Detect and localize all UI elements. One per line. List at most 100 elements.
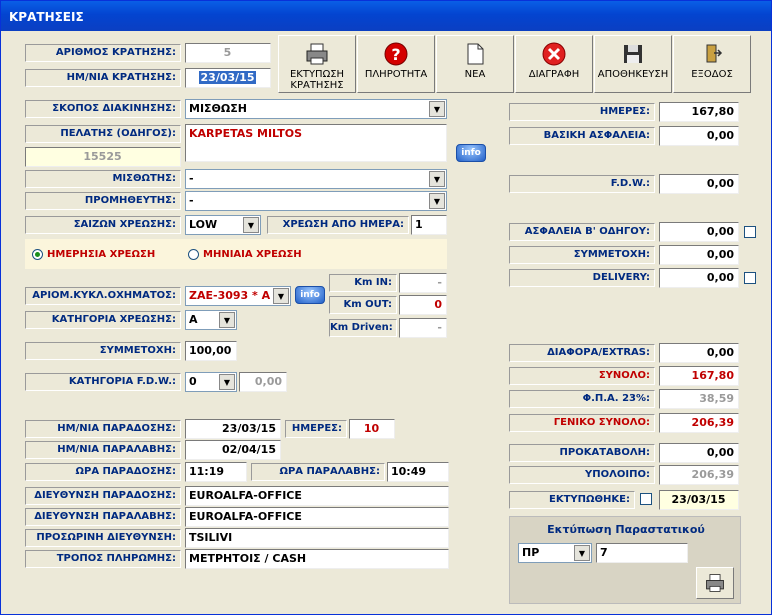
grand-total-field[interactable]: 206,39 <box>659 413 739 433</box>
category-value: A <box>189 313 198 326</box>
delete-icon <box>542 42 566 66</box>
supplier-value: - <box>189 194 194 207</box>
totals-excess-field[interactable]: 0,00 <box>659 245 739 265</box>
completeness-button[interactable]: ? ΠΛΗΡΟΤΗΤΑ <box>357 35 435 93</box>
season-select[interactable]: LOW ▼ <box>185 215 261 235</box>
save-button[interactable]: ΑΠΟΘΗΚΕΥΣΗ <box>594 35 672 93</box>
km-driven-field[interactable]: - <box>399 318 447 338</box>
window-title: ΚΡΑΤΗΣΕΙΣ <box>1 1 771 31</box>
extras-field[interactable]: 0,00 <box>659 343 739 363</box>
plate-select[interactable]: ZAE-3093 * A ▼ <box>185 286 291 306</box>
new-button[interactable]: ΝΕΑ <box>436 35 514 93</box>
deposit-label: ΠΡΟΚΑΤΑΒΟΛΗ: <box>509 444 655 462</box>
purpose-select[interactable]: ΜΙΣΘΩΣΗ ▼ <box>185 99 447 119</box>
sum-field[interactable]: 167,80 <box>659 366 739 386</box>
completeness-label: ΠΛΗΡΟΤΗΤΑ <box>364 69 428 80</box>
document-type-select[interactable]: ΠΡ ▼ <box>518 543 592 563</box>
printed-checkbox[interactable] <box>640 493 652 505</box>
svg-text:?: ? <box>391 45 400 64</box>
save-label: ΑΠΟΘΗΚΕΥΣΗ <box>597 69 669 80</box>
daily-charge-radio[interactable] <box>32 249 43 260</box>
return-address-label: ΔΙΕΥΘΥΝΣΗ ΠΑΡΑΛΑΒΗΣ: <box>25 508 181 526</box>
fdw-field[interactable]: 0,00 <box>659 174 739 194</box>
temp-address-field[interactable]: TSILIVI <box>185 528 449 548</box>
customer-field[interactable]: KARPETAS MILTOS <box>185 124 447 162</box>
print-booking-button[interactable]: ΕΚΤΥΠΩΣΗ ΚΡΑΤΗΣΗΣ <box>278 35 356 93</box>
lessor-select[interactable]: - ▼ <box>185 169 447 189</box>
deposit-field[interactable]: 0,00 <box>659 443 739 463</box>
chevron-down-icon[interactable]: ▼ <box>219 312 235 328</box>
fdw-category-value-field[interactable]: 0,00 <box>239 372 287 392</box>
fdw-category-select[interactable]: 0 ▼ <box>185 372 237 392</box>
charge-mode-group: ΗΜΕΡΗΣΙΑ ΧΡΕΩΣΗ ΜΗΝΙΑΙΑ ΧΡΕΩΣΗ <box>25 239 447 269</box>
km-in-label: Km IN: <box>329 274 397 292</box>
return-date-field[interactable]: 02/04/15 <box>185 440 281 460</box>
delivery-address-field[interactable]: EUROALFA-OFFICE <box>185 486 449 506</box>
chevron-down-icon[interactable]: ▼ <box>219 374 235 390</box>
delivery-time-label: ΩΡΑ ΠΑΡΑΔΟΣΗΣ: <box>25 463 181 481</box>
booking-date-field[interactable]: 23/03/15 <box>185 68 271 88</box>
vehicle-info-button[interactable]: info <box>295 286 325 304</box>
printed-label: ΕΚΤΥΠΩΘΗΚΕ: <box>509 491 635 509</box>
printer-icon <box>306 43 328 65</box>
customer-info-button[interactable]: info <box>456 144 486 162</box>
fdw-label: F.D.W.: <box>509 175 655 193</box>
lessor-label: ΜΙΣΘΩΤΗΣ: <box>25 170 181 188</box>
basic-insurance-field[interactable]: 0,00 <box>659 126 739 146</box>
chevron-down-icon[interactable]: ▼ <box>429 101 445 117</box>
printed-date-field[interactable]: 23/03/15 <box>659 490 739 510</box>
booking-number-field[interactable]: 5 <box>185 43 271 63</box>
delete-label: ΔΙΑΓΡΑΦΗ <box>528 69 580 80</box>
payment-method-label: ΤΡΟΠΟΣ ΠΛΗΡΩΜΗΣ: <box>25 550 181 568</box>
second-driver-checkbox[interactable] <box>744 226 756 238</box>
charge-from-label: ΧΡΕΩΣΗ ΑΠΟ ΗΜΕΡΑ: <box>267 216 409 234</box>
balance-field[interactable]: 206,39 <box>659 465 739 485</box>
new-label: ΝΕΑ <box>464 69 486 80</box>
rental-days-field[interactable]: 10 <box>349 419 395 439</box>
booking-date-value: 23/03/15 <box>198 71 257 84</box>
bookings-window: ΚΡΑΤΗΣΕΙΣ ΑΡΙΘΜΟΣ ΚΡΑΤΗΣΗΣ: 5 ΗΜ/ΝΙΑ ΚΡΑ… <box>0 0 772 615</box>
chevron-down-icon[interactable]: ▼ <box>429 171 445 187</box>
return-time-field[interactable]: 10:49 <box>387 462 449 482</box>
booking-number-label: ΑΡΙΘΜΟΣ ΚΡΑΤΗΣΗΣ: <box>25 44 181 62</box>
payment-method-field[interactable]: ΜΕΤΡΗΤΟΙΣ / CASH <box>185 549 449 569</box>
second-driver-insurance-field[interactable]: 0,00 <box>659 222 739 242</box>
vat-label: Φ.Π.Α. 23%: <box>509 390 655 408</box>
new-document-icon <box>467 43 484 65</box>
delivery-time-field[interactable]: 11:19 <box>185 462 247 482</box>
customer-label: ΠΕΛΑΤΗΣ (ΟΔΗΓΟΣ): <box>25 125 181 143</box>
category-select[interactable]: A ▼ <box>185 310 237 330</box>
fdw-category-label: ΚΑΤΗΓΟΡΙΑ F.D.W.: <box>25 373 181 391</box>
chevron-down-icon[interactable]: ▼ <box>273 288 289 304</box>
balance-label: ΥΠΟΛΟΙΠΟ: <box>509 466 655 484</box>
plate-value: ZAE-3093 * A <box>189 289 271 302</box>
delivery-date-field[interactable]: 23/03/15 <box>185 419 281 439</box>
charge-from-field[interactable]: 1 <box>411 215 447 235</box>
print-document-title: Εκτύπωση Παραστατικού <box>547 523 705 536</box>
form-excess-field[interactable]: 100,00 <box>185 341 237 361</box>
chevron-down-icon[interactable]: ▼ <box>429 193 445 209</box>
customer-code-field[interactable]: 15525 <box>25 147 181 167</box>
plate-label: ΑΡΙΟΜ.ΚΥΚΛ.ΟΧΗΜΑΤΟΣ: <box>25 287 181 305</box>
supplier-select[interactable]: - ▼ <box>185 191 447 211</box>
document-number-field[interactable]: 7 <box>596 543 688 563</box>
return-address-field[interactable]: EUROALFA-OFFICE <box>185 507 449 527</box>
delete-button[interactable]: ΔΙΑΓΡΑΦΗ <box>515 35 593 93</box>
print-document-button[interactable] <box>696 567 734 599</box>
form-excess-label: ΣΥΜΜΕΤΟΧΗ: <box>25 342 181 360</box>
monthly-charge-radio[interactable] <box>188 249 199 260</box>
lessor-value: - <box>189 172 194 185</box>
exit-button[interactable]: ΕΞΟΔΟΣ <box>673 35 751 93</box>
days-cost-field[interactable]: 167,80 <box>659 102 739 122</box>
purpose-label: ΣΚΟΠΟΣ ΔΙΑΚΙΝΗΣΗΣ: <box>25 100 181 118</box>
fdw-category-value: 0 <box>189 375 197 388</box>
km-out-field[interactable]: 0 <box>399 295 447 315</box>
vat-field[interactable]: 38,59 <box>659 389 739 409</box>
chevron-down-icon[interactable]: ▼ <box>574 545 590 561</box>
chevron-down-icon[interactable]: ▼ <box>243 217 259 233</box>
delivery-charge-field[interactable]: 0,00 <box>659 268 739 288</box>
grand-total-label: ΓΕΝΙΚΟ ΣΥΝΟΛΟ: <box>509 414 655 432</box>
delivery-checkbox[interactable] <box>744 272 756 284</box>
km-in-field[interactable]: - <box>399 273 447 293</box>
delivery-address-label: ΔΙΕΥΘΥΝΣΗ ΠΑΡΑΔΟΣΗΣ: <box>25 487 181 505</box>
